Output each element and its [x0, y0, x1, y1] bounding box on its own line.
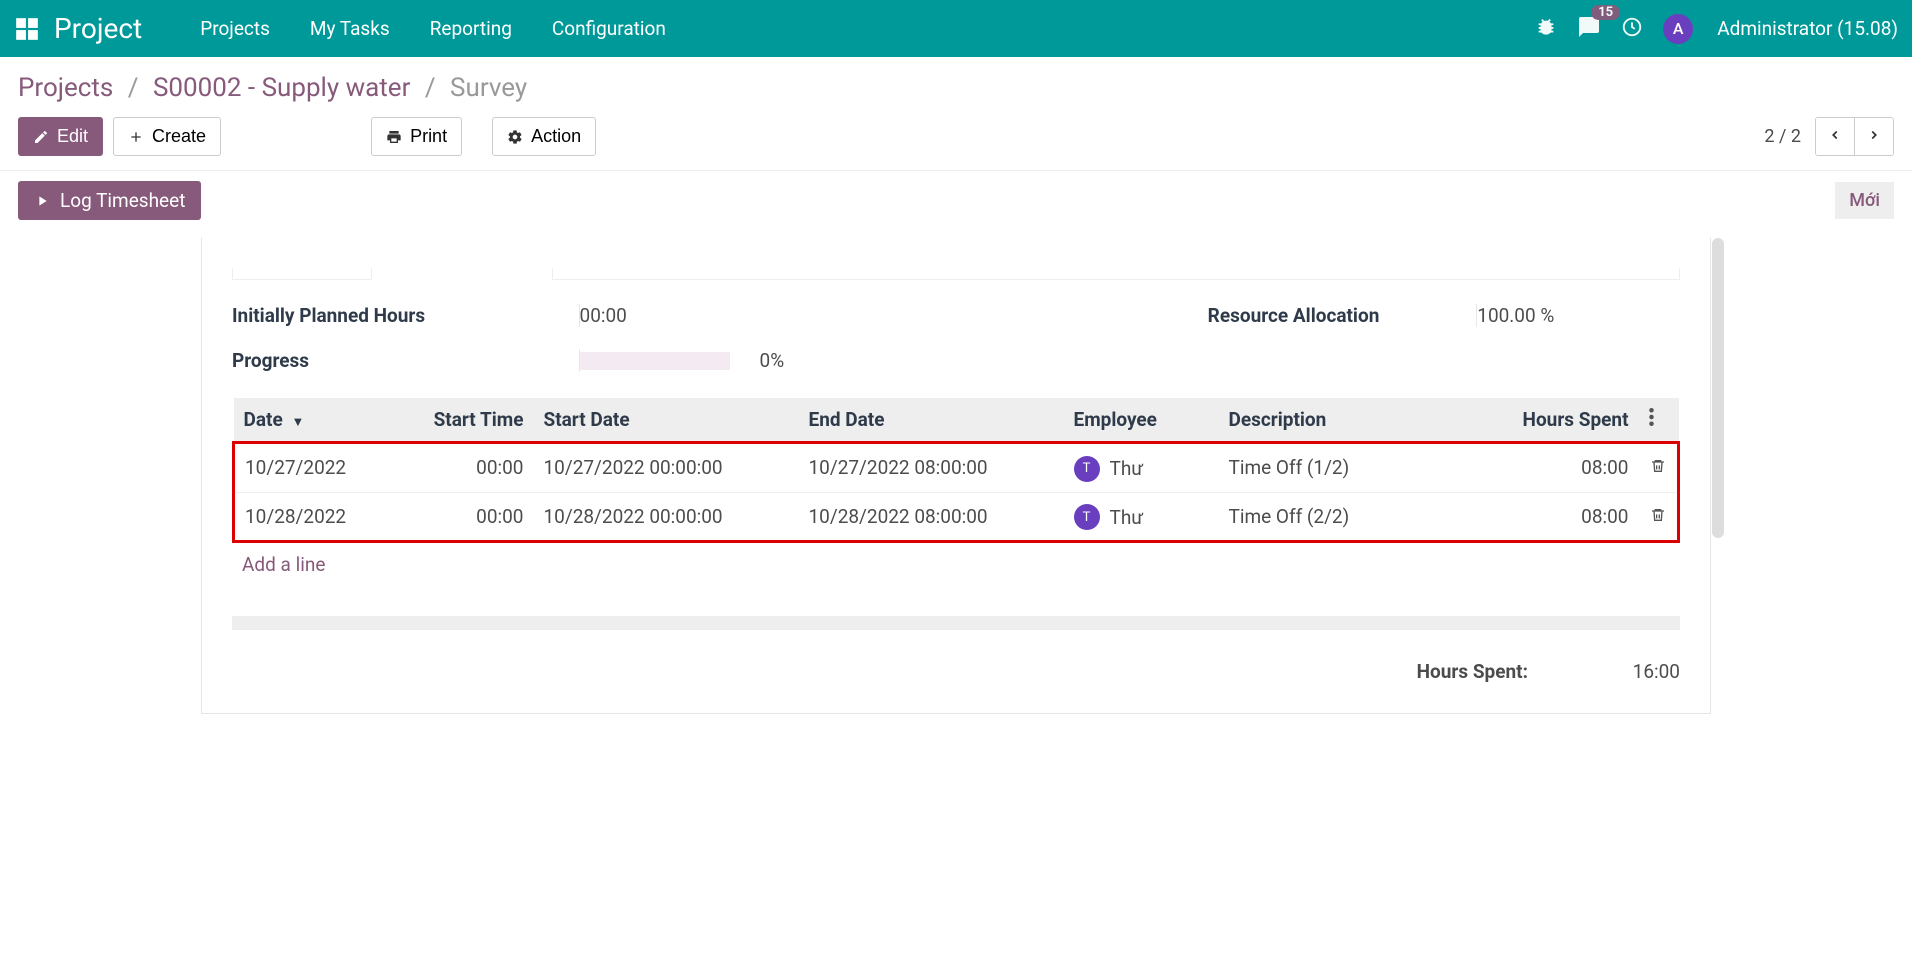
breadcrumb-projects[interactable]: Projects	[18, 73, 113, 103]
messages-icon[interactable]: 15	[1577, 15, 1601, 43]
planned-hours-value: 00:00	[580, 304, 627, 327]
col-options[interactable]	[1639, 398, 1679, 443]
employee-avatar: T	[1074, 456, 1100, 482]
create-label: Create	[152, 126, 206, 147]
messages-badge: 15	[1591, 5, 1620, 20]
progress-value: 0%	[760, 349, 785, 372]
table-row[interactable]: 10/28/2022 00:00 10/28/2022 00:00:00 10/…	[234, 492, 1679, 542]
action-button[interactable]: Action	[492, 117, 596, 156]
employee-name: Thư	[1110, 506, 1144, 529]
pager-text[interactable]: 2 / 2	[1764, 126, 1801, 147]
cell-date: 10/27/2022	[234, 443, 404, 493]
bug-icon[interactable]	[1535, 16, 1557, 42]
action-label: Action	[531, 126, 581, 147]
col-start-date[interactable]: Start Date	[534, 398, 799, 443]
delete-row-icon[interactable]	[1650, 456, 1666, 479]
employee-avatar: T	[1074, 504, 1100, 530]
breadcrumb: Projects / S00002 - Supply water / Surve…	[18, 73, 1894, 103]
planned-hours-label: Initially Planned Hours	[232, 304, 425, 327]
print-label: Print	[410, 126, 447, 147]
cell-description: Time Off (1/2)	[1219, 443, 1394, 493]
nav-projects[interactable]: Projects	[180, 9, 290, 48]
create-button[interactable]: Create	[113, 117, 221, 156]
delete-row-icon[interactable]	[1650, 505, 1666, 528]
col-employee[interactable]: Employee	[1064, 398, 1219, 443]
nav-reporting[interactable]: Reporting	[410, 9, 532, 48]
clock-icon[interactable]	[1621, 16, 1643, 42]
cell-hours: 08:00	[1394, 492, 1639, 542]
add-line-link[interactable]: Add a line	[232, 543, 1680, 586]
apps-icon[interactable]	[14, 16, 40, 42]
col-end-date[interactable]: End Date	[799, 398, 1064, 443]
log-timesheet-button[interactable]: Log Timesheet	[18, 181, 201, 220]
employee-name: Thư	[1110, 457, 1144, 480]
cell-hours: 08:00	[1394, 443, 1639, 493]
app-brand[interactable]: Project	[54, 12, 142, 45]
status-new-tag[interactable]: Mới	[1835, 182, 1894, 219]
pager-prev-button[interactable]	[1816, 118, 1855, 155]
cell-employee: T Thư	[1064, 492, 1219, 542]
cell-start-time: 00:00	[404, 443, 534, 493]
resource-alloc-value: 100.00 %	[1477, 304, 1554, 327]
log-timesheet-label: Log Timesheet	[60, 189, 185, 212]
cell-end-date: 10/28/2022 08:00:00	[799, 492, 1064, 542]
table-row[interactable]: 10/27/2022 00:00 10/27/2022 00:00:00 10/…	[234, 443, 1679, 493]
table-hscroll[interactable]	[232, 616, 1680, 630]
edit-label: Edit	[57, 126, 88, 147]
user-name[interactable]: Administrator (15.08)	[1717, 17, 1898, 40]
nav-my-tasks[interactable]: My Tasks	[290, 9, 410, 48]
cell-end-date: 10/27/2022 08:00:00	[799, 443, 1064, 493]
cell-description: Time Off (2/2)	[1219, 492, 1394, 542]
sort-desc-icon: ▼	[291, 415, 304, 430]
totals-value: 16:00	[1633, 660, 1680, 683]
col-start-time[interactable]: Start Time	[404, 398, 534, 443]
user-avatar[interactable]: A	[1663, 14, 1693, 44]
cell-employee: T Thư	[1064, 443, 1219, 493]
col-date[interactable]: Date ▼	[234, 398, 404, 443]
breadcrumb-current: Survey	[450, 73, 527, 103]
cell-start-date: 10/28/2022 00:00:00	[534, 492, 799, 542]
progress-bar	[580, 352, 730, 370]
col-description[interactable]: Description	[1219, 398, 1394, 443]
cell-start-time: 00:00	[404, 492, 534, 542]
resource-alloc-label: Resource Allocation	[1208, 304, 1380, 327]
cell-start-date: 10/27/2022 00:00:00	[534, 443, 799, 493]
col-hours-spent[interactable]: Hours Spent	[1394, 398, 1639, 443]
cell-date: 10/28/2022	[234, 492, 404, 542]
edit-button[interactable]: Edit	[18, 117, 103, 156]
totals-label: Hours Spent:	[1417, 660, 1528, 683]
nav-configuration[interactable]: Configuration	[532, 9, 686, 48]
pager-next-button[interactable]	[1855, 118, 1893, 155]
breadcrumb-project-id[interactable]: S00002 - Supply water	[153, 73, 410, 103]
progress-label: Progress	[232, 349, 309, 372]
print-button[interactable]: Print	[371, 117, 462, 156]
